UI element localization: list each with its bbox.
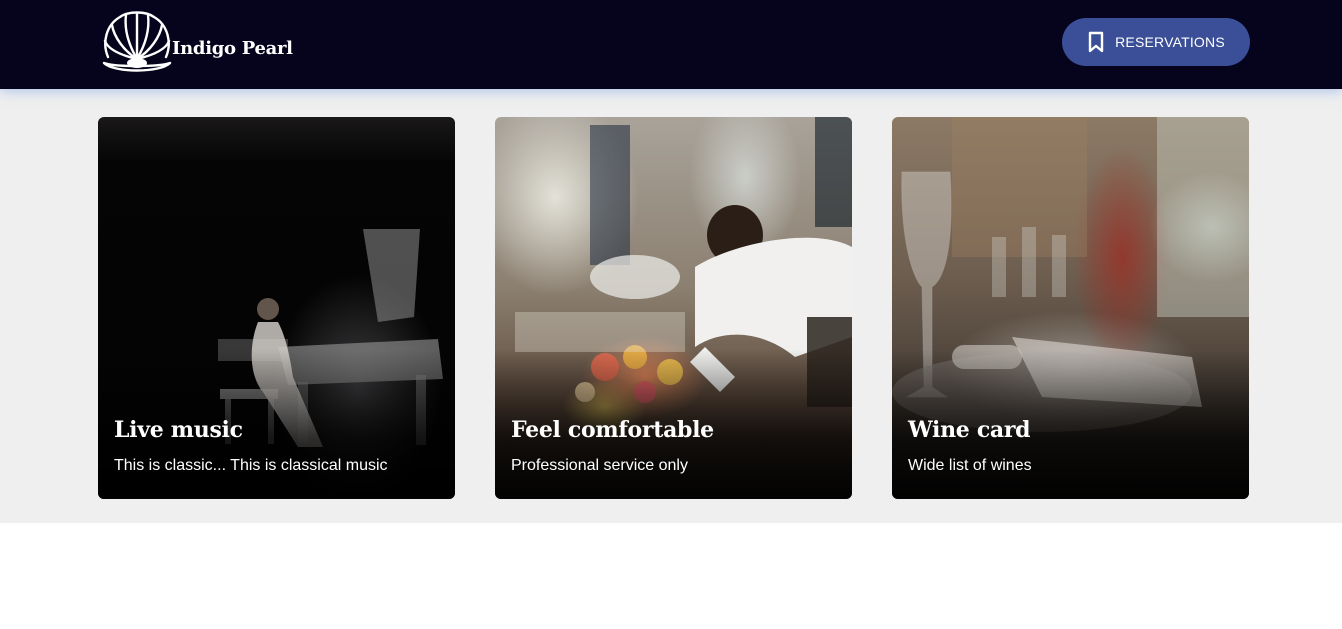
feature-card-feel-comfortable[interactable]: Feel comfortable Professional service on… [495,117,852,499]
card-description: Professional service only [511,457,688,474]
feature-card-live-music[interactable]: Live music This is classic... This is cl… [98,117,455,499]
feature-card-wine-card[interactable]: Wine card Wide list of wines [892,117,1249,499]
bookmark-icon [1088,31,1104,53]
site-header: Indigo Pearl RESERVATIONS [0,0,1342,89]
card-title: Feel comfortable [511,417,714,443]
reservations-label: RESERVATIONS [1115,34,1225,50]
brand-name: Indigo Pearl [172,37,293,59]
card-description: Wide list of wines [908,457,1032,474]
reservations-button[interactable]: RESERVATIONS [1062,18,1250,66]
card-description: This is classic... This is classical mus… [114,457,388,474]
card-title: Live music [114,417,243,443]
card-title: Wine card [908,417,1031,443]
brand-logo-link[interactable]: Indigo Pearl [100,7,293,75]
features-section: Live music This is classic... This is cl… [0,89,1342,523]
shell-pearl-logo-icon [102,11,172,72]
